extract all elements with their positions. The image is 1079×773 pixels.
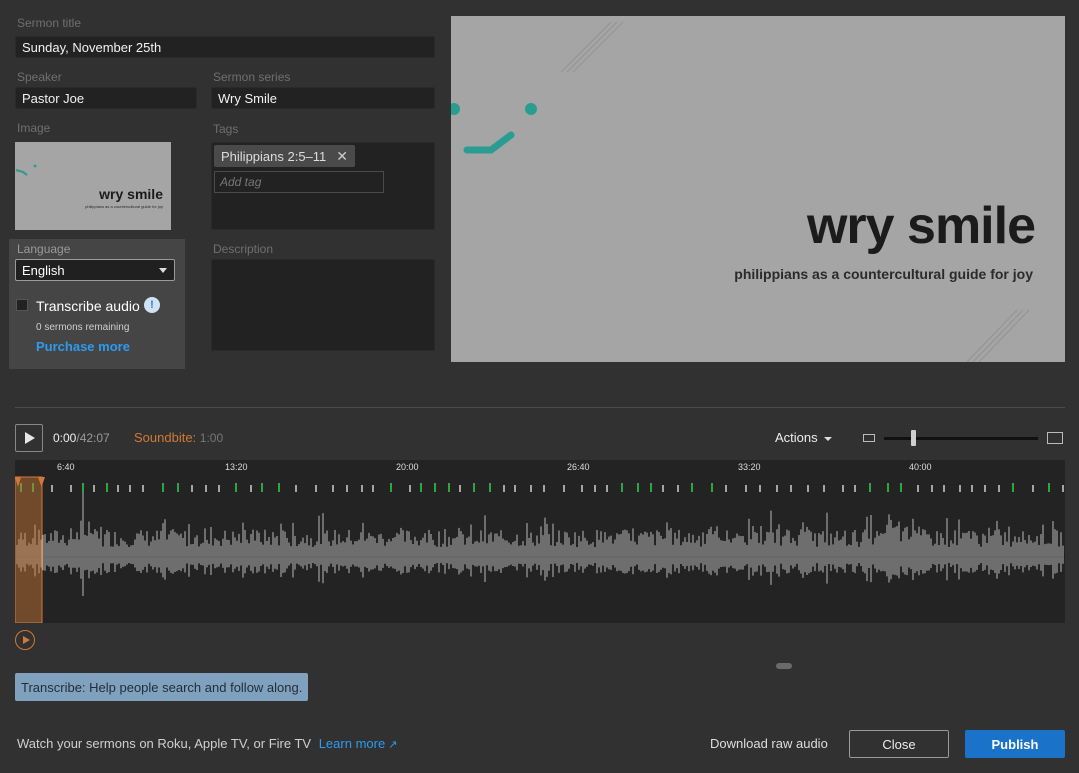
accent-dot: [33, 164, 37, 168]
speaker-value: Pastor Joe: [22, 90, 85, 106]
section-divider: [15, 407, 1065, 408]
timeline-tick: 13:20: [225, 462, 248, 472]
tag-chip-label: Philippians 2:5–11: [221, 148, 327, 164]
language-label: Language: [17, 242, 71, 256]
artwork-subtitle: philippians as a countercultural guide f…: [734, 266, 1033, 282]
accent-smile: [463, 131, 515, 154]
timeline-tick: 6:40: [57, 462, 75, 472]
actions-menu[interactable]: Actions: [775, 430, 833, 445]
current-time: 0:00: [53, 431, 77, 445]
speaker-label: Speaker: [17, 70, 62, 84]
chevron-down-icon: [159, 268, 167, 273]
tags-label: Tags: [213, 122, 239, 136]
sermon-title-value: Sunday, November 25th: [22, 39, 162, 55]
thumbnail-title: wry smile: [99, 186, 163, 202]
play-icon: [25, 432, 35, 444]
soundbite-label: Soundbite:: [134, 430, 197, 445]
speaker-input[interactable]: Pastor Joe: [15, 87, 197, 109]
transcribe-label[interactable]: Transcribe audio: [36, 298, 140, 314]
close-button[interactable]: Close: [849, 730, 949, 758]
timeline-tick: 40:00: [909, 462, 932, 472]
waveform-graphic[interactable]: [15, 460, 1065, 623]
decor-lines-top: [560, 21, 624, 73]
zoom-in-icon[interactable]: [1047, 432, 1063, 444]
play-button[interactable]: [15, 424, 43, 452]
info-icon[interactable]: !: [144, 297, 160, 313]
tag-chip[interactable]: Philippians 2:5–11 ✕: [214, 145, 356, 167]
play-icon: [22, 636, 30, 644]
total-time: /42:07: [76, 431, 110, 445]
soundbite-region: [15, 476, 43, 623]
timeline-tick: 33:20: [738, 462, 761, 472]
promo-text: Watch your sermons on Roku, Apple TV, or…: [17, 736, 312, 751]
sermon-title-label: Sermon title: [17, 16, 82, 30]
series-label: Sermon series: [213, 70, 291, 84]
timeline-ruler: 6:40 13:20 20:00 26:40 33:20 40:00: [15, 460, 1065, 478]
devices-promo: Watch your sermons on Roku, Apple TV, or…: [17, 736, 397, 751]
close-icon[interactable]: ✕: [336, 149, 348, 163]
image-label: Image: [17, 121, 51, 135]
zoom-out-icon[interactable]: [863, 434, 875, 442]
soundbite-readout[interactable]: Soundbite: 1:00: [134, 430, 223, 445]
language-value: English: [22, 262, 65, 278]
zoom-slider-track[interactable]: [884, 437, 1038, 440]
zoom-slider-handle[interactable]: [911, 430, 916, 446]
artwork-preview: wry smile philippians as a countercultur…: [451, 16, 1065, 362]
purchase-more-link[interactable]: Purchase more: [36, 339, 130, 354]
learn-more-label: Learn more: [318, 736, 386, 751]
chevron-down-icon: [824, 436, 833, 441]
decor-lines-bottom: [966, 309, 1030, 362]
accent-eye: [525, 103, 537, 115]
sermon-image-thumbnail[interactable]: wry smile philippians as a countercultur…: [15, 142, 171, 230]
soundbite-value: 1:00: [199, 431, 224, 445]
publish-button[interactable]: Publish: [965, 730, 1065, 758]
download-raw-audio-link[interactable]: Download raw audio: [710, 736, 828, 751]
description-input[interactable]: [211, 259, 435, 351]
actions-label: Actions: [775, 430, 818, 445]
artwork-title: wry smile: [806, 197, 1036, 255]
series-value: Wry Smile: [218, 90, 277, 106]
add-tag-input[interactable]: Add tag: [214, 171, 384, 193]
transcribe-banner[interactable]: Transcribe: Help people search and follo…: [15, 673, 309, 701]
waveform[interactable]: 6:40 13:20 20:00 26:40 33:20 40:00: [15, 460, 1065, 623]
soundbite-play-button[interactable]: [15, 630, 35, 650]
add-tag-placeholder: Add tag: [220, 175, 262, 189]
thumbnail-subtitle: philippians as a countercultural guide f…: [85, 204, 163, 209]
sermons-remaining: 0 sermons remaining: [36, 322, 130, 333]
language-select[interactable]: English: [15, 259, 175, 281]
accent-eye-left: [451, 103, 460, 115]
external-link-icon: ↗: [388, 739, 398, 751]
sermon-title-input[interactable]: Sunday, November 25th: [15, 36, 435, 58]
accent-smile: [15, 168, 28, 176]
learn-more-link[interactable]: Learn more ↗: [319, 736, 398, 751]
resize-handle[interactable]: [776, 663, 792, 669]
description-label: Description: [213, 242, 274, 256]
timeline-tick: 20:00: [396, 462, 419, 472]
transcribe-checkbox[interactable]: [16, 299, 28, 311]
series-input[interactable]: Wry Smile: [211, 87, 435, 109]
timeline-tick: 26:40: [567, 462, 590, 472]
time-readout: 0:00/42:07: [53, 431, 110, 445]
